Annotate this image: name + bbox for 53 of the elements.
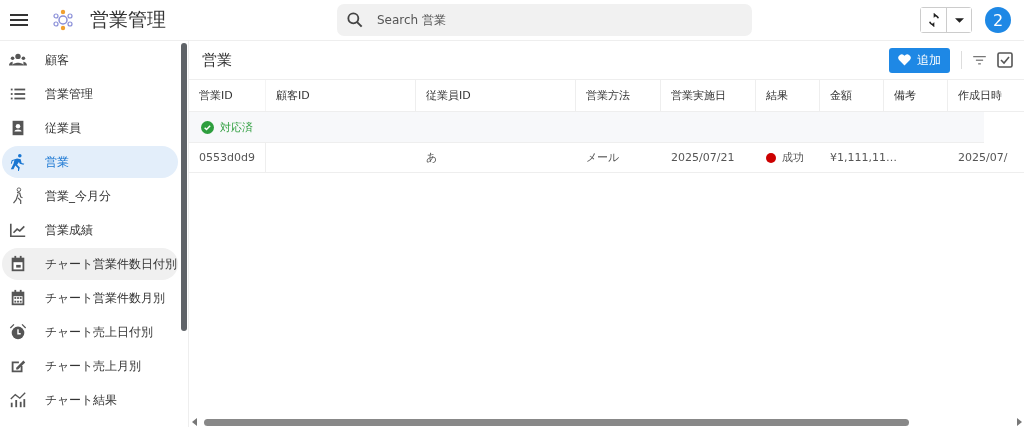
scrollbar-thumb[interactable] [204,418,909,426]
calendar-icon [9,255,27,273]
scroll-right-icon[interactable] [1017,418,1022,426]
calendar-icon [9,289,27,307]
column-header[interactable]: 営業実施日 [661,80,756,111]
table-cell: 2025/07/21 [671,151,735,164]
menu-icon[interactable] [10,14,28,26]
column-header[interactable]: 結果 [756,80,820,111]
sidebar-item[interactable]: チャート結果 [2,384,178,416]
group-label: 対応済 [220,119,253,135]
runner-icon [9,153,27,171]
sidebar-item[interactable]: 営業成績 [2,214,178,246]
dropdown-button[interactable] [946,8,971,32]
scroll-left-icon[interactable] [192,418,197,426]
table-cell: 0553d0d9 [199,151,255,164]
search-icon [345,10,365,30]
search-field[interactable]: Search 営業 [337,4,752,36]
sidebar-item[interactable]: チャート売上日付別 [2,316,178,348]
table-cell: 2025/07/ [958,151,1008,164]
app-title: 営業管理 [90,7,166,32]
caret-icon [954,17,964,23]
sidebar-item[interactable]: 営業管理 [2,78,178,110]
avatar[interactable]: 2 [985,7,1011,33]
scrollbar-thumb[interactable] [181,43,187,331]
add-button[interactable]: 追加 [889,47,950,73]
column-header[interactable]: 金額 [820,80,884,111]
bar-chart-icon [9,391,27,409]
checkbox-icon[interactable] [997,52,1013,68]
column-header[interactable]: 作成日時 [948,80,1024,111]
alarm-clock-icon [9,323,27,341]
sidebar-item[interactable]: チャート営業件数月別 [2,282,178,314]
sidebar-item[interactable]: 顧客 [2,44,178,76]
table-cell: 成功 [782,150,804,165]
search-input[interactable]: Search 営業 [375,12,679,28]
table-cell: あ [426,150,437,165]
column-header[interactable]: 顧客ID [266,80,416,111]
check-circle-icon [201,120,214,134]
heart-icon [898,54,911,66]
sidebar-item[interactable]: 営業 [2,146,178,178]
logo-icon [52,9,74,31]
column-header[interactable]: 営業ID [189,80,266,111]
table-cell: ¥1,111,11… [830,151,897,164]
table-cell: メール [586,150,619,165]
view-title: 営業 [202,50,232,70]
sidebar-item[interactable]: 営業_今月分 [2,180,178,212]
line-chart-icon [9,221,27,239]
sidebar-item[interactable]: チャート営業件数日付別 [2,248,178,280]
filter-icon[interactable] [973,55,986,65]
sidebar-item[interactable]: 従業員 [2,112,178,144]
sidebar-item[interactable]: チャート売上月別 [2,350,178,382]
column-header[interactable]: 営業方法 [576,80,661,111]
column-header[interactable]: 従業員ID [416,80,576,111]
column-header[interactable]: 備考 [884,80,948,111]
